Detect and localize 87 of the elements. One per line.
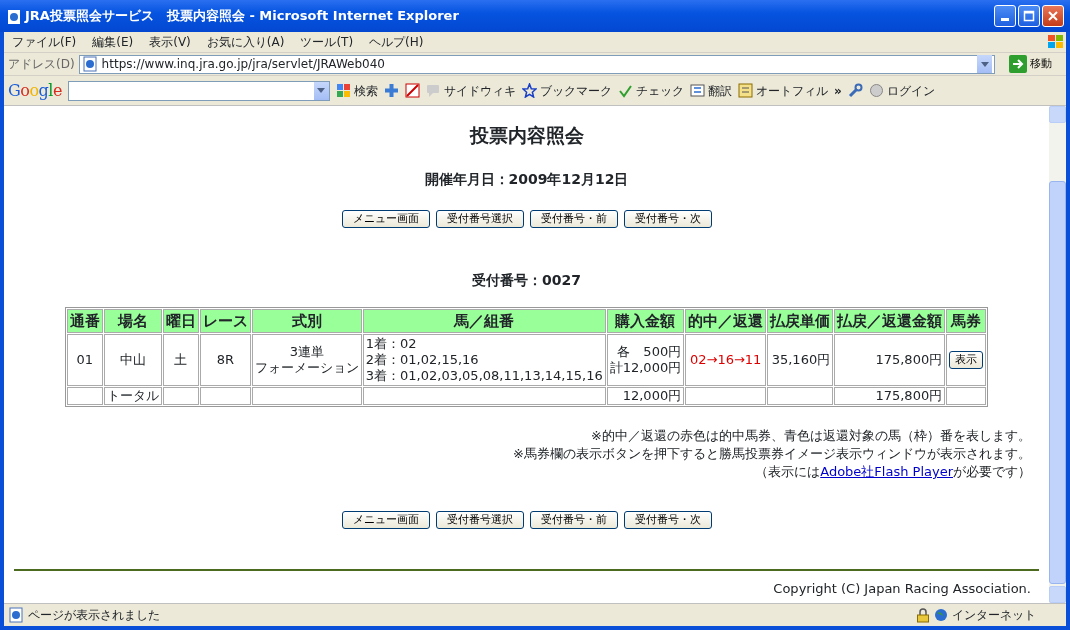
event-date: 開催年月日：2009年12月12日 — [424, 169, 629, 189]
close-icon — [1047, 10, 1059, 22]
nav-button[interactable]: メニュー画面 — [341, 511, 430, 530]
address-field[interactable]: https://www.inq.jra.go.jp/jra/servlet/JRAWeb040 — [78, 54, 995, 74]
nav-button[interactable]: 受付番号選択 — [435, 209, 524, 228]
nav-button[interactable]: 受付番号・前 — [529, 511, 618, 530]
menu-item[interactable]: 表示(V) — [141, 33, 199, 51]
menu-item[interactable]: ヘルプ(H) — [361, 33, 432, 51]
table-cell: トータル — [106, 388, 159, 405]
toolbar-button[interactable]: サイドウィキ — [425, 81, 516, 100]
page-icon — [81, 56, 98, 72]
column-header: 払戻／返還金額 — [834, 308, 946, 334]
table-cell-text: 土 — [173, 352, 189, 369]
toolbar-button[interactable]: チェック — [617, 81, 684, 100]
popup-blocker-icon[interactable] — [404, 83, 420, 98]
toolbar-button[interactable]: ブックマーク — [521, 81, 612, 100]
speech-bubble-icon — [425, 83, 441, 98]
table-cell-text: 8R — [215, 352, 235, 369]
flash-player-link[interactable]: Adobe社Flash Player — [820, 464, 953, 480]
table-cell-text: 01 — [75, 352, 95, 369]
nav-button[interactable]: メニュー画面 — [341, 209, 430, 228]
toolbar-button[interactable]: 翻訳 — [689, 81, 732, 100]
menu-item[interactable]: お気に入り(A) — [198, 33, 293, 51]
window-title: JRA投票照会サービス 投票内容照会 - Microsoft Internet Explorer — [25, 7, 460, 26]
app-icon — [6, 8, 22, 25]
table-cell-text: 12,000円 — [621, 388, 682, 405]
spellcheck-icon — [617, 83, 633, 98]
windows-logo-icon — [1046, 33, 1066, 51]
nav-button[interactable]: 受付番号・次 — [623, 209, 712, 228]
page-icon — [8, 607, 24, 623]
user-icon — [868, 83, 884, 98]
column-header: 馬券 — [946, 308, 987, 334]
menu-item[interactable]: ツール(T) — [292, 33, 362, 51]
table-cell: 3連単 フォーメーション — [254, 344, 359, 377]
column-header: 的中／返還 — [685, 308, 767, 334]
column-header: レース — [199, 308, 251, 334]
toolbar-button[interactable]: ログイン — [868, 81, 935, 100]
note-text: ※馬券欄の表示ボタンを押下すると勝馬投票券イメージ表示ウィンドウが表示されます。 — [512, 445, 1031, 464]
status-text: ページが表示されました — [28, 607, 161, 624]
google-logo: Google — [8, 79, 62, 102]
nav-button[interactable]: 受付番号・次 — [623, 511, 712, 530]
column-header: 曜日 — [162, 308, 199, 334]
menu-item[interactable]: ファイル(F) — [4, 33, 85, 51]
chevron-button[interactable]: » — [833, 81, 842, 100]
note-text: ※的中／返還の赤色は的中馬券、青色は返還対象の馬（枠）番を表します。 — [590, 427, 1031, 446]
table-cell: 1着：02 2着：01,02,15,16 3着：01,02,03,05,08,11,13,14,15,16 — [365, 336, 603, 385]
table-cell-text: 02→16→11 — [688, 352, 763, 369]
table-cell-text: 175,800円 — [874, 388, 943, 405]
show-ticket-button[interactable]: 表示 — [949, 351, 984, 370]
toolbar-button[interactable]: オートフィル — [737, 81, 828, 100]
menu-item[interactable]: 編集(E) — [84, 33, 142, 51]
nav-button[interactable]: 受付番号選択 — [435, 511, 524, 530]
note-text: （表示にはAdobe社Flash Playerが必要です） — [755, 464, 1031, 480]
wrench-icon[interactable] — [847, 83, 863, 98]
form-icon — [737, 83, 753, 98]
maximize-icon — [1023, 10, 1035, 22]
globe-icon — [934, 608, 948, 622]
close-button[interactable] — [1042, 5, 1064, 27]
table-cell: 35,160円 — [770, 352, 831, 369]
minimize-icon — [1001, 18, 1009, 21]
table-cell-text: 中山 — [118, 352, 147, 369]
column-header: 場名 — [103, 308, 162, 334]
plus-icon[interactable] — [383, 83, 399, 98]
column-header: 通番 — [66, 308, 103, 334]
dropdown-icon — [980, 61, 989, 67]
go-button[interactable]: 移動 — [999, 54, 1062, 74]
table-cell-text: 175,800円 — [874, 352, 943, 369]
maximize-button[interactable] — [1018, 5, 1040, 27]
nav-button[interactable]: 受付番号・前 — [529, 209, 618, 228]
column-header: 払戻単価 — [767, 308, 834, 334]
toolbar-button[interactable]: 検索 — [335, 81, 378, 100]
scrollbar-thumb[interactable] — [1049, 181, 1066, 584]
address-label: アドレス(D) — [8, 56, 75, 73]
translate-icon — [689, 83, 705, 98]
zone-label: インターネット — [952, 607, 1037, 624]
page-heading: 投票内容照会 — [469, 124, 584, 147]
receipt-number: 受付番号：0027 — [472, 270, 581, 290]
table-cell: 各 500円 計12,000円 — [609, 344, 682, 377]
star-icon — [521, 83, 537, 98]
copyright-text: Copyright (C) Japan Racing Association. — [773, 581, 1031, 597]
column-header: 馬／組番 — [362, 308, 606, 334]
column-header: 式別 — [251, 308, 362, 334]
lock-icon — [916, 607, 930, 623]
column-header: 購入金額 — [606, 308, 685, 334]
dropdown-icon — [317, 88, 326, 93]
search-field[interactable] — [67, 80, 330, 101]
minimize-button[interactable] — [994, 5, 1016, 27]
